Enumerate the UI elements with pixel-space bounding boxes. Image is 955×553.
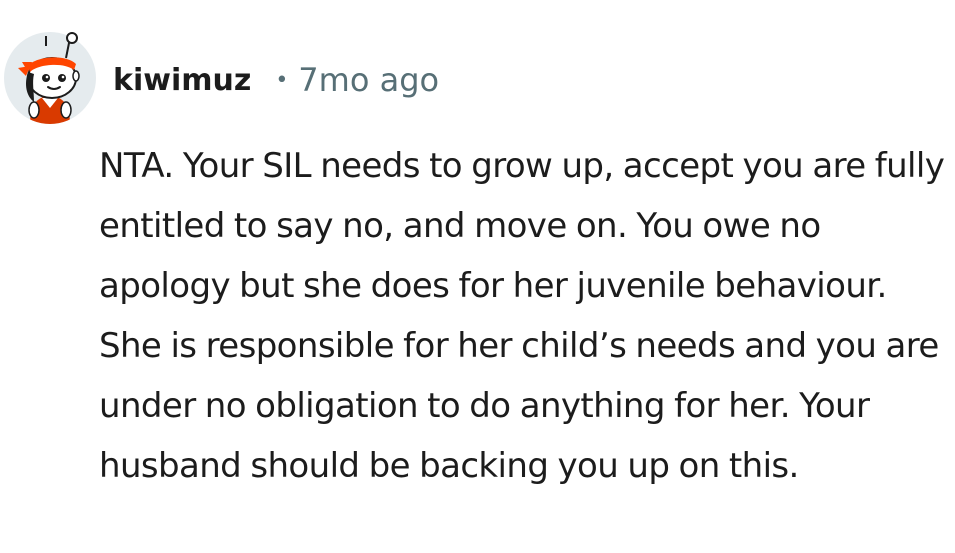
comment-header: kiwimuz • 7mo ago xyxy=(113,58,439,102)
comment-timestamp[interactable]: 7mo ago xyxy=(298,61,439,99)
username-link[interactable]: kiwimuz xyxy=(113,63,251,98)
snoo-avatar-icon xyxy=(4,32,96,124)
user-avatar[interactable] xyxy=(4,32,96,124)
comment: kiwimuz • 7mo ago NTA. Your SIL needs to… xyxy=(0,0,955,553)
comment-body: NTA. Your SIL needs to grow up, accept y… xyxy=(99,146,945,486)
meta-separator: • xyxy=(275,67,289,93)
